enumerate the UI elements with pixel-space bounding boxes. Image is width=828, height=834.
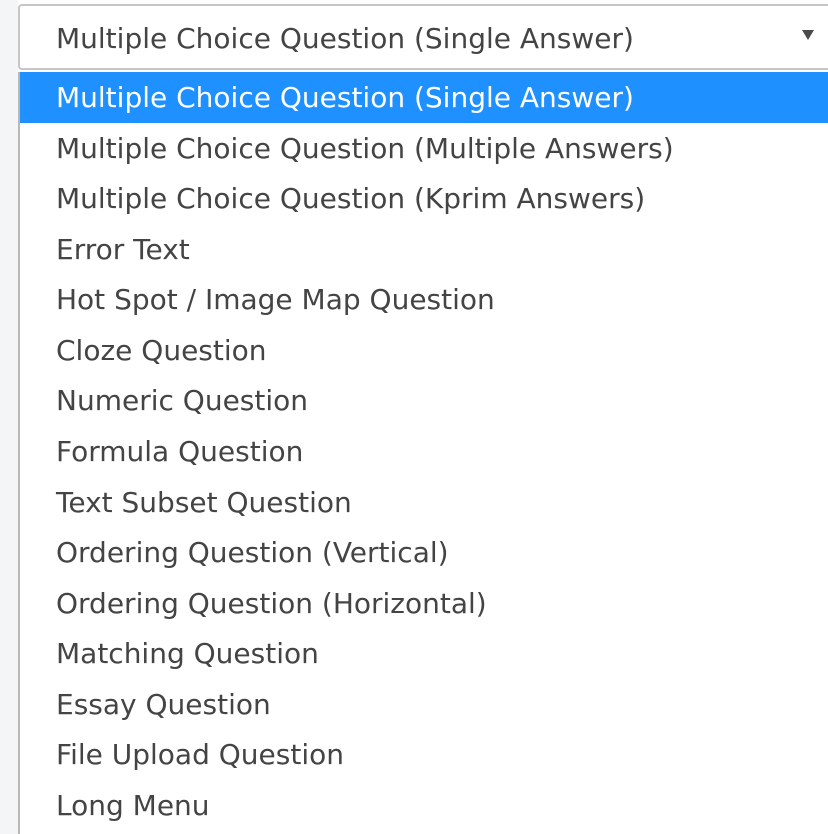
option-numeric[interactable]: Numeric Question bbox=[20, 375, 828, 426]
option-error-text[interactable]: Error Text bbox=[20, 224, 828, 275]
option-cloze[interactable]: Cloze Question bbox=[20, 325, 828, 376]
option-hot-spot[interactable]: Hot Spot / Image Map Question bbox=[20, 274, 828, 325]
option-multiple-choice-multiple[interactable]: Multiple Choice Question (Multiple Answe… bbox=[20, 123, 828, 174]
question-type-dropdown: Multiple Choice Question (Single Answer)… bbox=[18, 72, 828, 834]
page-background-edge bbox=[0, 0, 18, 834]
caret-down-icon[interactable] bbox=[802, 30, 814, 40]
option-file-upload[interactable]: File Upload Question bbox=[20, 729, 828, 780]
option-formula[interactable]: Formula Question bbox=[20, 426, 828, 477]
question-type-picker: Multiple Choice Question (Single Answer)… bbox=[0, 0, 828, 834]
option-multiple-choice-single[interactable]: Multiple Choice Question (Single Answer) bbox=[20, 72, 828, 123]
option-text-subset[interactable]: Text Subset Question bbox=[20, 477, 828, 528]
question-type-select[interactable]: Multiple Choice Question (Single Answer) bbox=[18, 4, 828, 70]
option-long-menu[interactable]: Long Menu bbox=[20, 780, 828, 831]
option-essay[interactable]: Essay Question bbox=[20, 679, 828, 730]
option-matching[interactable]: Matching Question bbox=[20, 628, 828, 679]
option-ordering-horizontal[interactable]: Ordering Question (Horizontal) bbox=[20, 578, 828, 629]
option-multiple-choice-kprim[interactable]: Multiple Choice Question (Kprim Answers) bbox=[20, 173, 828, 224]
select-current-value: Multiple Choice Question (Single Answer) bbox=[56, 22, 634, 55]
option-ordering-vertical[interactable]: Ordering Question (Vertical) bbox=[20, 527, 828, 578]
